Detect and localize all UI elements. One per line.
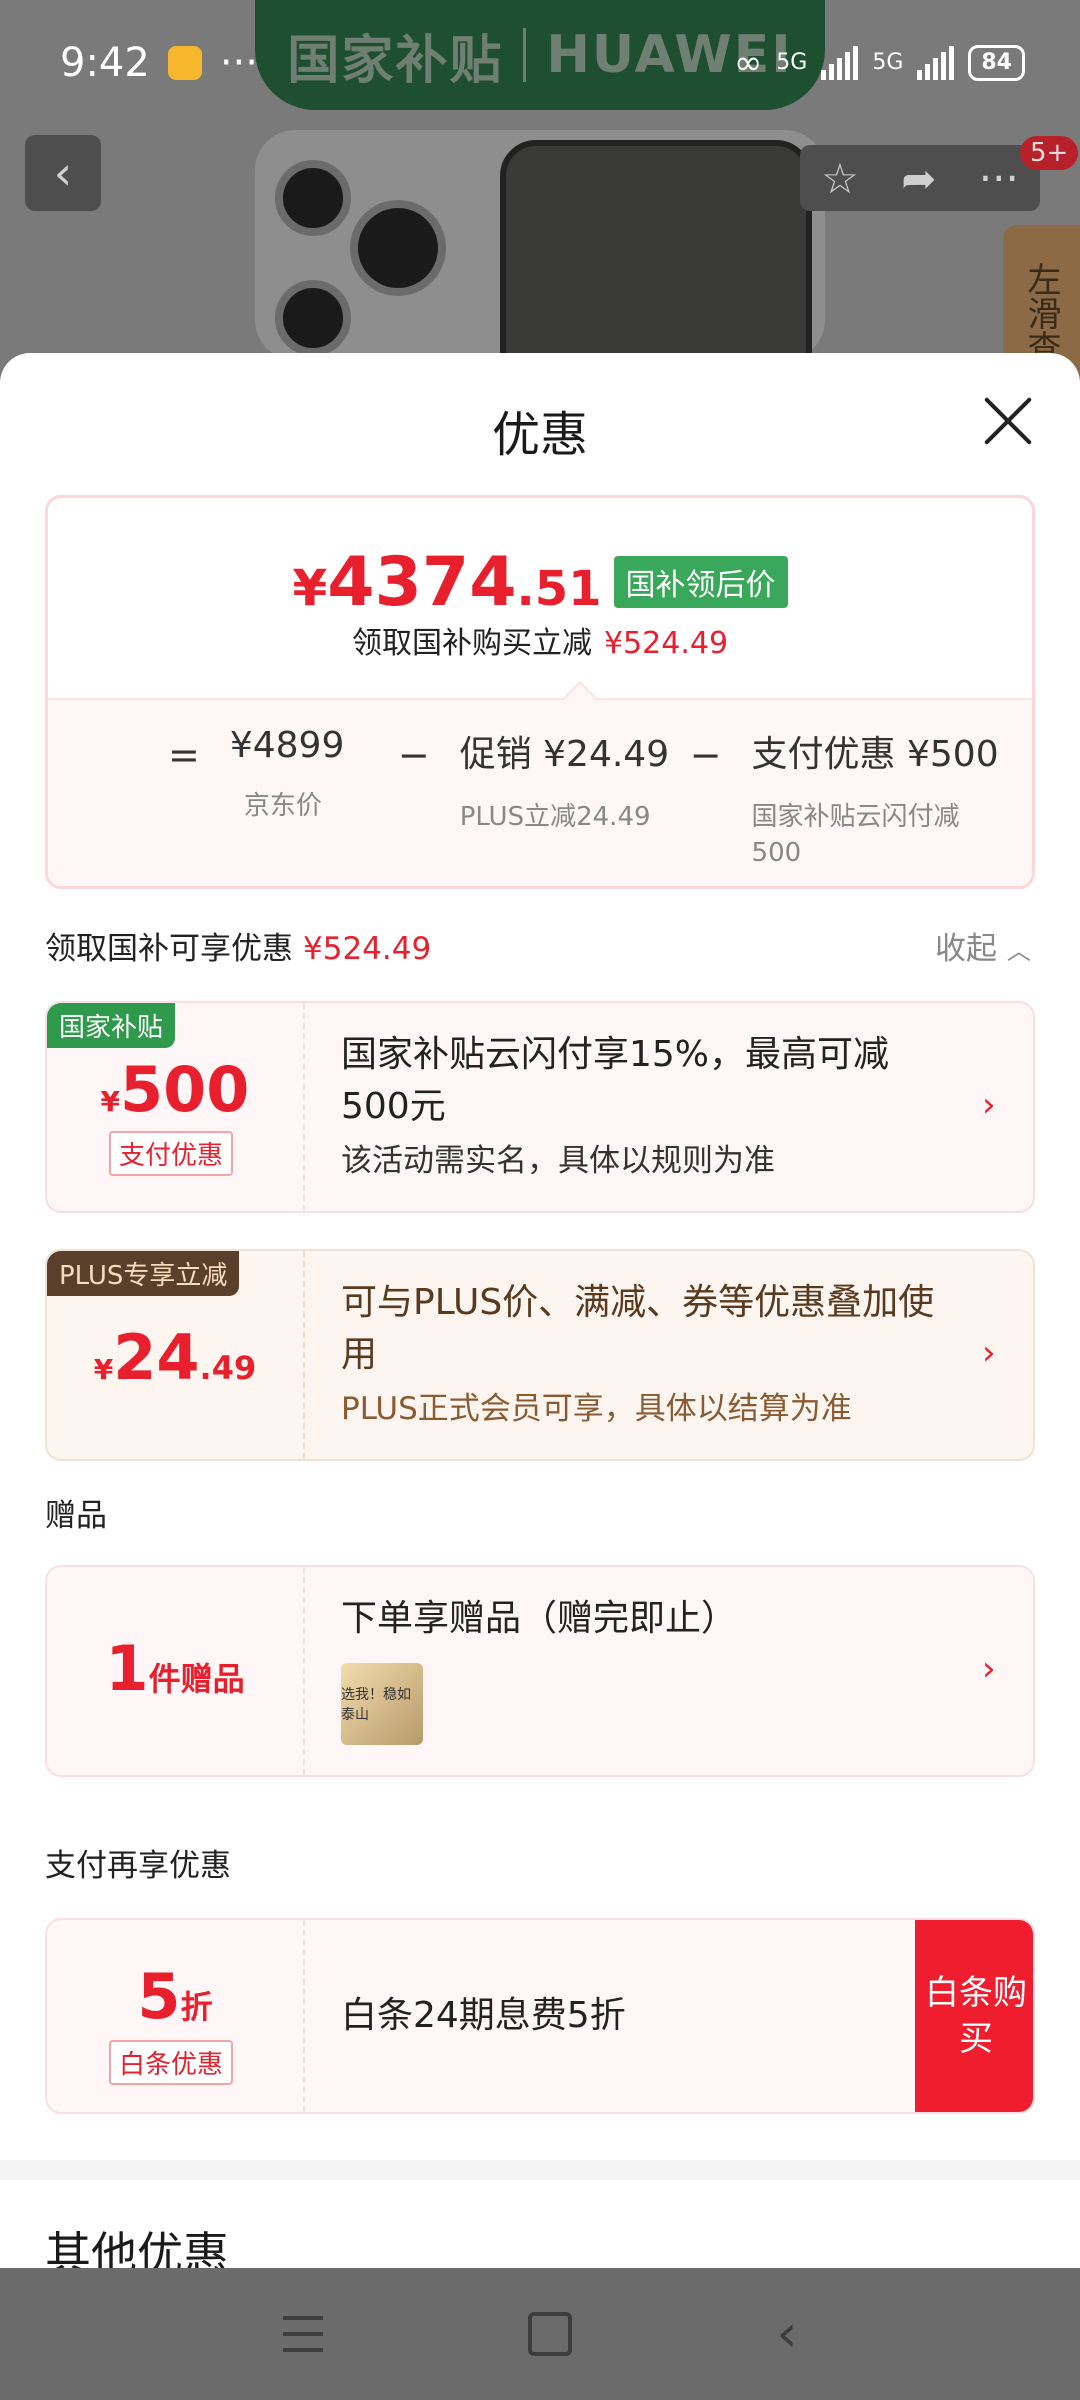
more-notifications-icon: ···: [219, 39, 258, 86]
chevron-right-icon: ›: [982, 1649, 996, 1689]
camera-lens-icon: [350, 200, 446, 296]
other-offers-title: 其他优惠: [45, 2227, 229, 2268]
price-breakdown: = ¥4899 京东价 − 促销 ¥24.49 PLUS立减24.49 − 支付…: [48, 698, 1032, 886]
discount-value: 5: [137, 1960, 181, 2033]
discount-rate: 5折: [47, 1960, 303, 2033]
notification-icon: [167, 45, 202, 80]
gift-count: 1件赠品: [47, 1632, 303, 1705]
currency-symbol: ¥: [100, 1085, 121, 1118]
chevron-left-icon: ‹: [53, 146, 73, 200]
currency-symbol: ¥: [93, 1353, 114, 1386]
camera-lens-icon: [275, 280, 351, 356]
subsidy-line: 领取国补购买立减 ¥524.49: [48, 618, 1032, 662]
offer-title: 下单享赠品（赠完即止）: [341, 1598, 738, 1639]
section-amount: ¥524.49: [303, 931, 432, 967]
card-corner-tag: 国家补贴: [47, 1003, 176, 1048]
payment-discount-value: 支付优惠 ¥500: [751, 734, 999, 775]
star-icon[interactable]: ☆: [821, 154, 859, 203]
chevron-right-icon: ›: [982, 1085, 996, 1125]
subsidy-label: 领取国补购买立减: [351, 626, 592, 661]
gift-thumbnail[interactable]: 选我！稳如泰山: [341, 1663, 423, 1745]
chevron-up-icon: ︿: [1006, 937, 1031, 965]
subsidy-amount: ¥524.49: [603, 626, 729, 661]
minus-sign: −: [397, 733, 430, 777]
gift-offer-card[interactable]: 1件赠品 下单享赠品（赠完即止） 选我！稳如泰山 ›: [45, 1565, 1035, 1777]
gift-count-value: 1: [105, 1632, 149, 1705]
currency-symbol: ¥: [292, 559, 328, 617]
signal-icon: [917, 45, 955, 80]
phone-screen: [500, 140, 812, 382]
promo-value: 促销 ¥24.49: [459, 734, 670, 775]
promo-label: PLUS立减24.49: [459, 802, 651, 832]
card-amount: ¥24.49: [47, 1321, 303, 1394]
card-corner-tag: PLUS专享立减: [47, 1251, 240, 1296]
baitiao-buy-button[interactable]: 白条购买: [915, 1920, 1033, 2112]
payment-discount-tag: 支付优惠: [109, 1131, 234, 1176]
clock: 9:42: [60, 39, 150, 86]
plus-offer-card[interactable]: PLUS专享立减 ¥24.49 可与PLUS价、满减、券等优惠叠加使用 PLUS…: [45, 1249, 1035, 1461]
jd-price-label: 京东价: [243, 791, 322, 821]
status-bar: 9:42 ··· ∞ 5G 5G 84: [0, 0, 1080, 125]
back-icon[interactable]: ‹: [777, 2304, 798, 2364]
subsidy-section-header: 领取国补可享优惠 ¥524.49: [45, 923, 431, 968]
baitiao-tag: 白条优惠: [109, 2040, 234, 2085]
signal-icon: [821, 45, 859, 80]
signal-1-label: 5G: [776, 50, 808, 75]
system-nav-bar: ‹: [0, 2268, 1080, 2400]
offer-title: 可与PLUS价、满减、券等优惠叠加使用: [341, 1282, 935, 1375]
price-decimal: .51: [516, 561, 602, 617]
home-icon[interactable]: [527, 2312, 572, 2356]
payment-discount-label: 国家补贴云闪付减500: [751, 802, 960, 868]
gift-section-header: 赠品: [45, 1498, 107, 1534]
more-icon[interactable]: ···: [979, 154, 1019, 203]
price-tag: 国补领后价: [613, 556, 788, 608]
section-divider: [0, 2160, 1080, 2180]
discount-unit: 折: [180, 1988, 213, 2026]
offers-sheet: 优惠 ¥ 4374 .51 国补领后价 领取国补购买立减 ¥524.49 = ¥4…: [0, 353, 1080, 2268]
subsidy-offer-card[interactable]: 国家补贴 ¥500 支付优惠 国家补贴云闪付享15%，最高可减500元 该活动需…: [45, 1001, 1035, 1213]
close-icon[interactable]: [980, 393, 1036, 449]
amount-value: 500: [120, 1053, 250, 1126]
gift-thumb-text: 选我！稳如泰山: [341, 1687, 411, 1723]
collapse-label: 收起: [935, 931, 997, 967]
battery-icon: 84: [968, 44, 1025, 81]
equals-sign: =: [168, 733, 200, 777]
top-actions: ☆ ➦ ···: [800, 145, 1040, 211]
payment-section-header: 支付再享优惠: [45, 1848, 231, 1884]
card-amount: ¥500: [47, 1053, 303, 1126]
price-summary-card: ¥ 4374 .51 国补领后价 领取国补购买立减 ¥524.49 = ¥4899…: [45, 495, 1035, 889]
link-icon: ∞: [733, 42, 763, 83]
offer-title: 国家补贴云闪付享15%，最高可减500元: [341, 1034, 890, 1127]
product-image: [255, 130, 825, 382]
menu-icon[interactable]: [282, 2316, 323, 2352]
jd-price: ¥4899: [229, 725, 345, 766]
amount-decimal: .49: [199, 1349, 257, 1387]
sheet-title: 优惠: [491, 407, 588, 463]
share-icon[interactable]: ➦: [901, 154, 936, 203]
signal-2-label: 5G: [872, 50, 904, 75]
final-price: ¥ 4374 .51 国补领后价: [48, 543, 1032, 622]
back-button[interactable]: ‹: [25, 135, 101, 211]
minus-sign: −: [689, 733, 722, 777]
baitiao-offer-card[interactable]: 5折 白条优惠 白条24期息费5折 白条购买: [45, 1918, 1035, 2114]
offer-title: 白条24期息费5折: [341, 1995, 626, 2036]
offer-desc: 该活动需实名，具体以规则为准: [341, 1143, 775, 1179]
message-badge: 5+: [1020, 136, 1079, 170]
camera-lens-icon: [275, 160, 351, 236]
chevron-right-icon: ›: [982, 1333, 996, 1373]
amount-value: 24: [113, 1321, 200, 1394]
gift-count-unit: 件赠品: [148, 1660, 245, 1698]
section-label: 领取国补可享优惠: [45, 931, 293, 967]
price-integer: 4374: [327, 543, 517, 622]
collapse-toggle[interactable]: 收起 ︿: [935, 923, 1031, 968]
offer-desc: PLUS正式会员可享，具体以结算为准: [341, 1391, 852, 1427]
